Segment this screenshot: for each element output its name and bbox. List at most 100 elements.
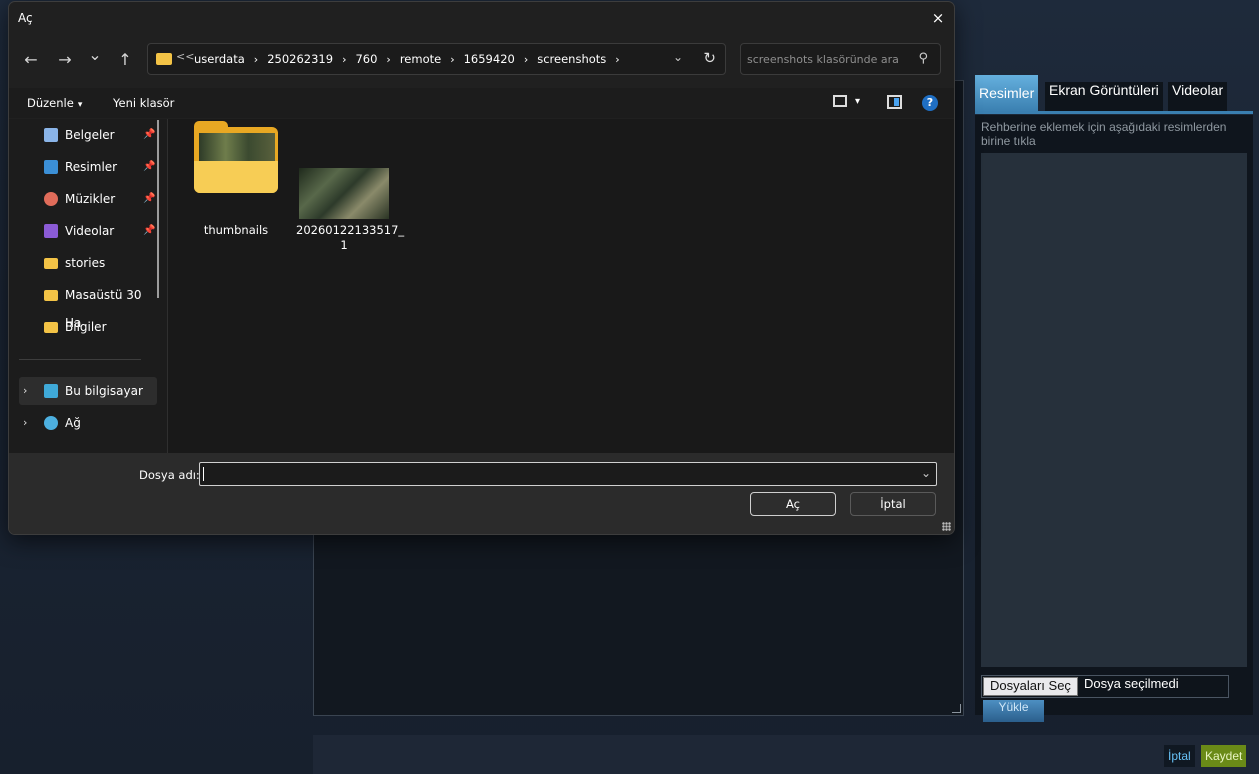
sidebar-item-documents[interactable]: Belgeler 📌 <box>19 121 157 149</box>
file-list[interactable]: thumbnails 20260122133517_ 1 <box>168 119 954 453</box>
network-icon <box>44 416 58 430</box>
folder-icon <box>44 322 58 333</box>
file-name-line: 20260122133517_ <box>296 223 405 237</box>
close-icon[interactable]: × <box>928 8 948 28</box>
open-button[interactable]: Aç <box>750 492 836 516</box>
resize-grip-icon[interactable] <box>952 704 961 713</box>
view-mode-icon[interactable] <box>833 95 847 107</box>
panel-hint: Rehberine eklemek için aşağıdaki resimle… <box>981 120 1227 148</box>
dialog-title: Aç <box>18 11 33 25</box>
image-list[interactable] <box>981 153 1247 667</box>
organize-menu[interactable]: Düzenle ▾ <box>27 96 82 110</box>
refresh-icon[interactable]: ↻ <box>703 49 716 67</box>
nav-scrollbar[interactable] <box>157 120 159 298</box>
documents-icon <box>44 128 58 142</box>
recent-locations-chevron-icon[interactable]: ⌄ <box>83 43 107 67</box>
image-thumbnail <box>299 168 389 219</box>
file-input[interactable]: Dosyaları Seç Dosya seçilmedi <box>981 675 1229 698</box>
breadcrumb-item[interactable]: 760 <box>355 52 377 66</box>
organize-label: Düzenle <box>27 96 74 110</box>
breadcrumb: userdata › 250262319 › 760 › remote › 16… <box>194 52 629 66</box>
expand-chevron-icon[interactable]: › <box>23 409 27 437</box>
caret-down-icon: ▾ <box>77 100 83 110</box>
breadcrumb-separator-icon[interactable]: › <box>524 53 528 66</box>
preview-pane-icon[interactable] <box>887 95 902 109</box>
expand-chevron-icon[interactable]: › <box>23 377 27 405</box>
resize-grip-icon[interactable] <box>942 522 951 531</box>
address-dropdown-chevron-icon[interactable]: ⌄ <box>673 50 683 64</box>
upload-button[interactable]: Yükle <box>983 700 1044 722</box>
file-name-line: 1 <box>340 238 348 252</box>
navigation-pane[interactable]: Belgeler 📌 Resimler 📌 Müzikler 📌 Videola… <box>9 119 167 453</box>
breadcrumb-item[interactable]: 250262319 <box>267 52 333 66</box>
sidebar-item-this-pc[interactable]: › Bu bilgisayar <box>19 377 157 405</box>
sidebar-item-label: Bilgiler <box>65 320 107 334</box>
search-icon[interactable]: ⚲ <box>918 51 928 66</box>
dialog-titlebar[interactable]: Aç × <box>9 2 954 34</box>
sidebar-item-label: Müzikler <box>65 192 116 206</box>
help-icon[interactable]: ? <box>922 95 938 111</box>
media-tabs: Resimler Ekran Görüntüleri Videolar <box>975 75 1253 114</box>
filename-dropdown-chevron-icon[interactable]: ⌄ <box>921 466 931 480</box>
view-mode-caret-icon[interactable]: ▾ <box>855 96 860 107</box>
sidebar-item-label: Videolar <box>65 224 115 238</box>
search-box[interactable]: screenshots klasöründe ara ⚲ <box>740 43 941 75</box>
address-bar[interactable]: << userdata › 250262319 › 760 › remote ›… <box>147 43 726 75</box>
address-overflow[interactable]: << <box>176 50 194 63</box>
videos-icon <box>44 224 58 238</box>
tab-underline <box>975 111 1253 114</box>
sidebar-item-videos[interactable]: Videolar 📌 <box>19 217 157 245</box>
sidebar-item-stories[interactable]: stories <box>19 249 157 277</box>
dialog-footer: Dosya adı: ⌄ Aç İptal <box>9 453 954 534</box>
sidebar-item-desktop-folder[interactable]: Masaüstü 30 Ha <box>19 281 157 330</box>
pin-icon: 📌 <box>143 225 156 236</box>
breadcrumb-item[interactable]: 1659420 <box>464 52 515 66</box>
new-folder-button[interactable]: Yeni klasör <box>113 96 174 110</box>
breadcrumb-separator-icon[interactable]: › <box>342 53 346 66</box>
filename-label: Dosya adı: <box>139 468 200 482</box>
command-bar: Düzenle ▾ Yeni klasör ▾ ? <box>9 88 954 118</box>
sidebar-item-label: Resimler <box>65 160 118 174</box>
breadcrumb-item[interactable]: remote <box>400 52 441 66</box>
sidebar-item-music[interactable]: Müzikler 📌 <box>19 185 157 213</box>
media-side-panel: Resimler Ekran Görüntüleri Videolar Rehb… <box>975 75 1253 722</box>
pictures-icon <box>44 160 58 174</box>
music-icon <box>44 192 58 206</box>
tab-videos[interactable]: Videolar <box>1168 82 1228 111</box>
open-file-dialog: Aç × ← → ⌄ ↑ << userdata › 250262319 › 7… <box>8 1 955 535</box>
page-cancel-button[interactable]: İptal <box>1164 745 1195 767</box>
breadcrumb-separator-icon[interactable]: › <box>254 53 258 66</box>
back-arrow-icon[interactable]: ← <box>19 48 43 72</box>
pin-icon: 📌 <box>143 129 156 140</box>
page-save-button[interactable]: Kaydet <box>1201 745 1247 767</box>
folder-preview-image <box>199 133 275 163</box>
breadcrumb-item[interactable]: screenshots <box>537 52 606 66</box>
breadcrumb-separator-icon[interactable]: › <box>450 53 454 66</box>
forward-arrow-icon[interactable]: → <box>53 48 77 72</box>
filename-input[interactable]: ⌄ <box>199 462 937 486</box>
panel-body: Rehberine eklemek için aşağıdaki resimle… <box>975 115 1253 722</box>
cancel-button[interactable]: İptal <box>850 492 936 516</box>
bottom-bar <box>313 735 1259 774</box>
breadcrumb-separator-icon[interactable]: › <box>386 53 390 66</box>
folder-icon <box>44 258 58 269</box>
navigation-row: ← → ⌄ ↑ << userdata › 250262319 › 760 › … <box>9 40 954 80</box>
sidebar-item-info[interactable]: Bilgiler <box>19 313 157 341</box>
sidebar-item-pictures[interactable]: Resimler 📌 <box>19 153 157 181</box>
up-arrow-icon[interactable]: ↑ <box>113 48 137 72</box>
choose-files-button[interactable]: Dosyaları Seç <box>983 677 1078 696</box>
pin-icon: 📌 <box>143 193 156 204</box>
search-input[interactable]: screenshots klasöründe ara <box>747 53 899 66</box>
sidebar-item-network[interactable]: › Ağ <box>19 409 157 437</box>
no-file-label: Dosya seçilmedi <box>1084 676 1179 691</box>
computer-icon <box>44 384 58 398</box>
pin-icon: 📌 <box>143 161 156 172</box>
file-name: 20260122133517_ 1 <box>296 223 405 253</box>
tab-screenshots[interactable]: Ekran Görüntüleri <box>1045 82 1163 111</box>
tab-images[interactable]: Resimler <box>975 75 1039 112</box>
breadcrumb-item[interactable]: userdata <box>194 52 245 66</box>
folder-icon <box>44 290 58 301</box>
nav-divider <box>19 359 141 360</box>
breadcrumb-separator-icon[interactable]: › <box>615 53 619 66</box>
sidebar-item-label: Belgeler <box>65 128 115 142</box>
